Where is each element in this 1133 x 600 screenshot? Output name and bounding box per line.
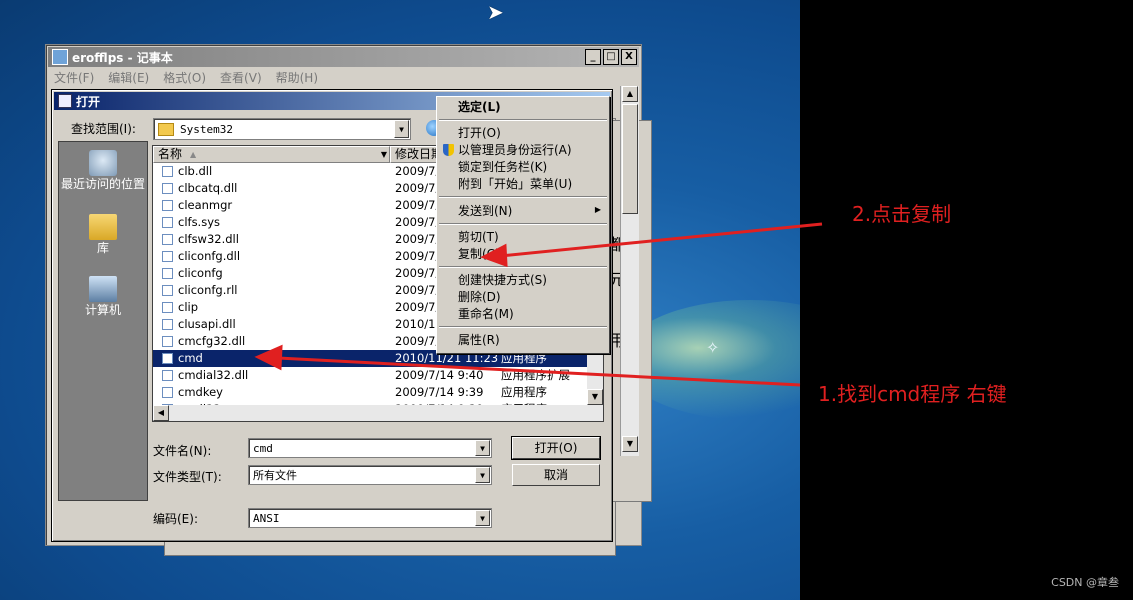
arrowhead-step1 bbox=[254, 344, 283, 371]
arrow-step2 bbox=[499, 222, 823, 258]
annotation-step2: 2.点击复制 bbox=[852, 202, 952, 226]
annotation-step1: 1.找到cmd程序 右键 bbox=[818, 382, 1007, 406]
arrow-step1 bbox=[277, 356, 801, 387]
watermark: CSDN @章叁 bbox=[1051, 576, 1119, 589]
arrowhead-step2 bbox=[480, 243, 508, 268]
annotation-arrows bbox=[254, 222, 823, 387]
